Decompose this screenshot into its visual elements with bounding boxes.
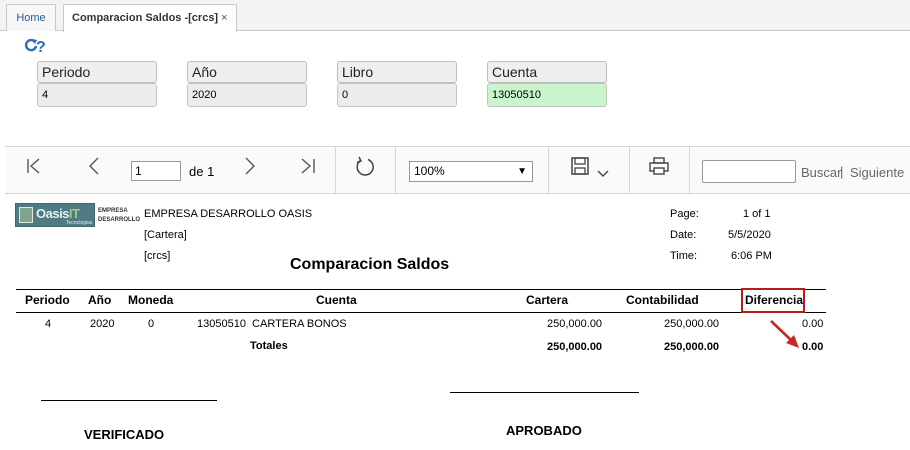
print-icon[interactable]: [648, 156, 670, 181]
row-diferencia: 0.00: [802, 318, 824, 330]
chevron-down-icon[interactable]: [597, 160, 609, 184]
dropdown-arrow-icon: ▼: [517, 166, 527, 177]
report-viewer-toolbar: 1 de 1 100% ▼ Buscar | Siguiente: [5, 146, 910, 194]
page-value: 1 of 1: [743, 208, 771, 220]
row-cartera: 250,000.00: [547, 318, 603, 330]
signature-aprobado: APROBADO: [506, 423, 582, 438]
search-separator: |: [840, 164, 844, 179]
help-icon[interactable]: ?: [36, 39, 46, 57]
col-header-moneda: Moneda: [128, 293, 174, 307]
diferencia-highlight-box: [741, 288, 805, 313]
search-next-button[interactable]: Siguiente: [850, 165, 904, 180]
signature-verificado: VERIFICADO: [84, 427, 165, 442]
logo-mark-icon: [19, 207, 33, 223]
row-moneda: 0: [148, 318, 155, 330]
row-contabilidad: 250,000.00: [664, 318, 720, 330]
toolbar-divider: [395, 147, 396, 193]
totals-label: Totales: [250, 340, 288, 352]
time-value: 6:06 PM: [731, 250, 772, 262]
totals-contabilidad: 250,000.00: [664, 341, 720, 353]
page-label: Page:: [670, 208, 699, 220]
refresh-report-icon[interactable]: [354, 156, 376, 183]
search-button[interactable]: Buscar: [801, 165, 841, 180]
cuenta-label: Cuenta: [487, 61, 607, 83]
toolbar-divider: [689, 147, 690, 193]
last-page-icon[interactable]: [299, 156, 317, 181]
signature-line-aprobado: [450, 392, 639, 393]
date-label: Date:: [670, 229, 697, 241]
page-count: de 1: [189, 164, 215, 179]
logo-wordmark: OasisIT: [36, 206, 80, 221]
save-icon[interactable]: [570, 156, 590, 181]
param-toolbar: ?: [24, 38, 46, 57]
toolbar-divider: [548, 147, 549, 193]
report-code: [crcs]: [144, 250, 171, 262]
company-name: EMPRESA DESARROLLO OASIS: [144, 208, 313, 220]
zoom-value: 100%: [414, 164, 445, 178]
time-label: Time:: [670, 250, 698, 262]
tab-comparacion-saldos[interactable]: Comparacion Saldos -[crcs] ×: [63, 4, 237, 32]
row-anio: 2020: [90, 318, 115, 330]
col-header-anio: Año: [88, 293, 112, 307]
page-number-input[interactable]: 1: [131, 161, 181, 181]
tab-home-label: Home: [16, 12, 46, 24]
totals-diferencia: 0.00: [802, 341, 824, 353]
signature-line-verificado: [41, 400, 217, 401]
libro-label: Libro: [337, 61, 457, 83]
col-header-cuenta: Cuenta: [316, 293, 357, 307]
close-icon[interactable]: ×: [221, 12, 227, 24]
libro-field[interactable]: 0: [337, 83, 457, 107]
table-header-rule: [16, 312, 826, 313]
next-page-icon[interactable]: [243, 156, 257, 181]
logo-subtitle: Tecnologias: [66, 220, 93, 226]
row-periodo: 4: [45, 318, 52, 330]
tab-home[interactable]: Home: [6, 4, 56, 31]
col-header-contabilidad: Contabilidad: [626, 293, 699, 307]
col-header-cartera: Cartera: [526, 293, 569, 307]
table-top-rule: [16, 289, 826, 290]
zoom-select[interactable]: 100% ▼: [409, 161, 533, 182]
toolbar-divider: [629, 147, 630, 193]
periodo-field[interactable]: 4: [37, 83, 157, 107]
tab-active-label: Comparacion Saldos -[crcs]: [72, 12, 219, 24]
first-page-icon[interactable]: [25, 156, 43, 181]
totals-cartera: 250,000.00: [547, 341, 603, 353]
tab-bar: Home Comparacion Saldos -[crcs] ×: [0, 0, 910, 32]
prev-page-icon[interactable]: [87, 156, 101, 181]
row-cuenta: 13050510 CARTERA BONOS: [197, 318, 347, 330]
anio-field[interactable]: 2020: [187, 83, 307, 107]
toolbar-divider: [335, 147, 336, 193]
date-value: 5/5/2020: [728, 229, 771, 241]
report-category: [Cartera]: [144, 229, 187, 241]
periodo-label: Periodo: [37, 61, 157, 83]
annotation-arrow-icon: [770, 320, 799, 348]
logo-side-text: EMPRESA DESARROLLO: [98, 208, 140, 223]
search-input[interactable]: [702, 160, 796, 183]
anio-label: Año: [187, 61, 307, 83]
cuenta-field[interactable]: 13050510: [487, 83, 607, 107]
col-header-periodo: Periodo: [25, 293, 70, 307]
company-logo: OasisIT Tecnologias: [15, 203, 95, 227]
report-title: Comparacion Saldos: [290, 256, 450, 273]
